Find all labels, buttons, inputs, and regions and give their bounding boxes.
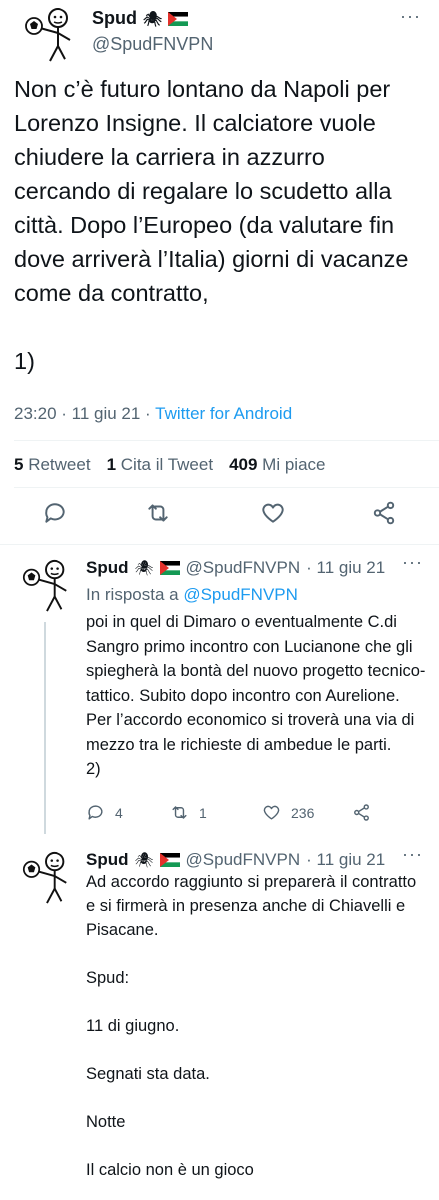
reply-count: 4 [115, 804, 123, 821]
likes-stat[interactable]: 409 Mi piace [229, 455, 325, 475]
like-button[interactable]: 236 [262, 803, 314, 822]
retweet-count: 1 [199, 804, 207, 821]
avatar[interactable] [20, 6, 78, 64]
user-handle[interactable]: @SpudFNVPN [186, 850, 301, 870]
retweet-icon [172, 806, 187, 819]
tweet-date[interactable]: · 11 giu 21 [306, 850, 385, 870]
divider [0, 544, 439, 545]
like-icon [263, 805, 280, 820]
tweet-timestamp[interactable]: 23:20 · 11 giu 21 · [14, 404, 155, 423]
tweet-source-link[interactable]: Twitter for Android [155, 404, 292, 423]
tweet-actions [0, 500, 439, 534]
reply-icon[interactable] [42, 500, 68, 526]
quotes-stat[interactable]: 1 Cita il Tweet [107, 455, 213, 475]
reply-actions: 4 1 236 [86, 803, 426, 827]
share-icon [354, 804, 369, 821]
spider-emoji-icon: 🕷 [143, 10, 163, 28]
display-name[interactable]: Spud [86, 850, 129, 870]
like-icon[interactable] [260, 500, 286, 526]
reply-to-handle-link[interactable]: @SpudFNVPN [183, 585, 298, 604]
tweet-text: poi in quel di Dimaro o eventualmente C.… [86, 613, 426, 778]
reply-button[interactable]: 4 [86, 803, 123, 822]
share-button[interactable] [352, 803, 371, 822]
display-name[interactable]: Spud [86, 558, 129, 578]
user-handle[interactable]: @SpudFNVPN [92, 34, 213, 55]
tweet-meta: 23:20 · 11 giu 21 · Twitter for Android [14, 404, 292, 424]
display-name[interactable]: Spud 🕷 [92, 8, 188, 29]
more-options-icon[interactable]: ··· [400, 6, 421, 27]
user-handle[interactable]: @SpudFNVPN [186, 558, 301, 578]
like-count: 236 [291, 804, 315, 821]
retweet-button[interactable]: 1 [170, 803, 207, 822]
spider-emoji-icon: 🕷 [134, 560, 154, 577]
reply-icon [88, 805, 103, 820]
divider [14, 487, 439, 488]
retweets-stat[interactable]: 5 Retweet [14, 455, 91, 475]
spider-emoji-icon: 🕷 [134, 852, 154, 869]
tweet-date[interactable]: · 11 giu 21 [306, 558, 385, 578]
avatar[interactable] [18, 850, 74, 906]
share-icon[interactable] [371, 500, 397, 526]
tweet-text: Ad accordo raggiunto si preparerà il con… [86, 873, 417, 1179]
retweet-icon[interactable] [145, 500, 171, 526]
divider [14, 440, 439, 441]
more-options-icon[interactable]: ··· [402, 844, 423, 865]
engagement-stats: 5 Retweet 1 Cita il Tweet 409 Mi piace [14, 455, 325, 475]
avatar[interactable] [18, 558, 74, 614]
more-options-icon[interactable]: ··· [402, 552, 423, 573]
reply-header: Spud 🕷 @SpudFNVPN · 11 giu 21 [86, 558, 385, 578]
thread-line [44, 622, 46, 834]
replying-to: In risposta a @SpudFNVPN [86, 585, 298, 604]
reply-header: Spud 🕷 @SpudFNVPN · 11 giu 21 [86, 850, 385, 870]
tweet-text: Non c’è futuro lontano da Napoli per Lor… [14, 76, 409, 374]
palestine-flag-icon [160, 561, 180, 575]
palestine-flag-icon [168, 12, 188, 26]
palestine-flag-icon [160, 853, 180, 867]
